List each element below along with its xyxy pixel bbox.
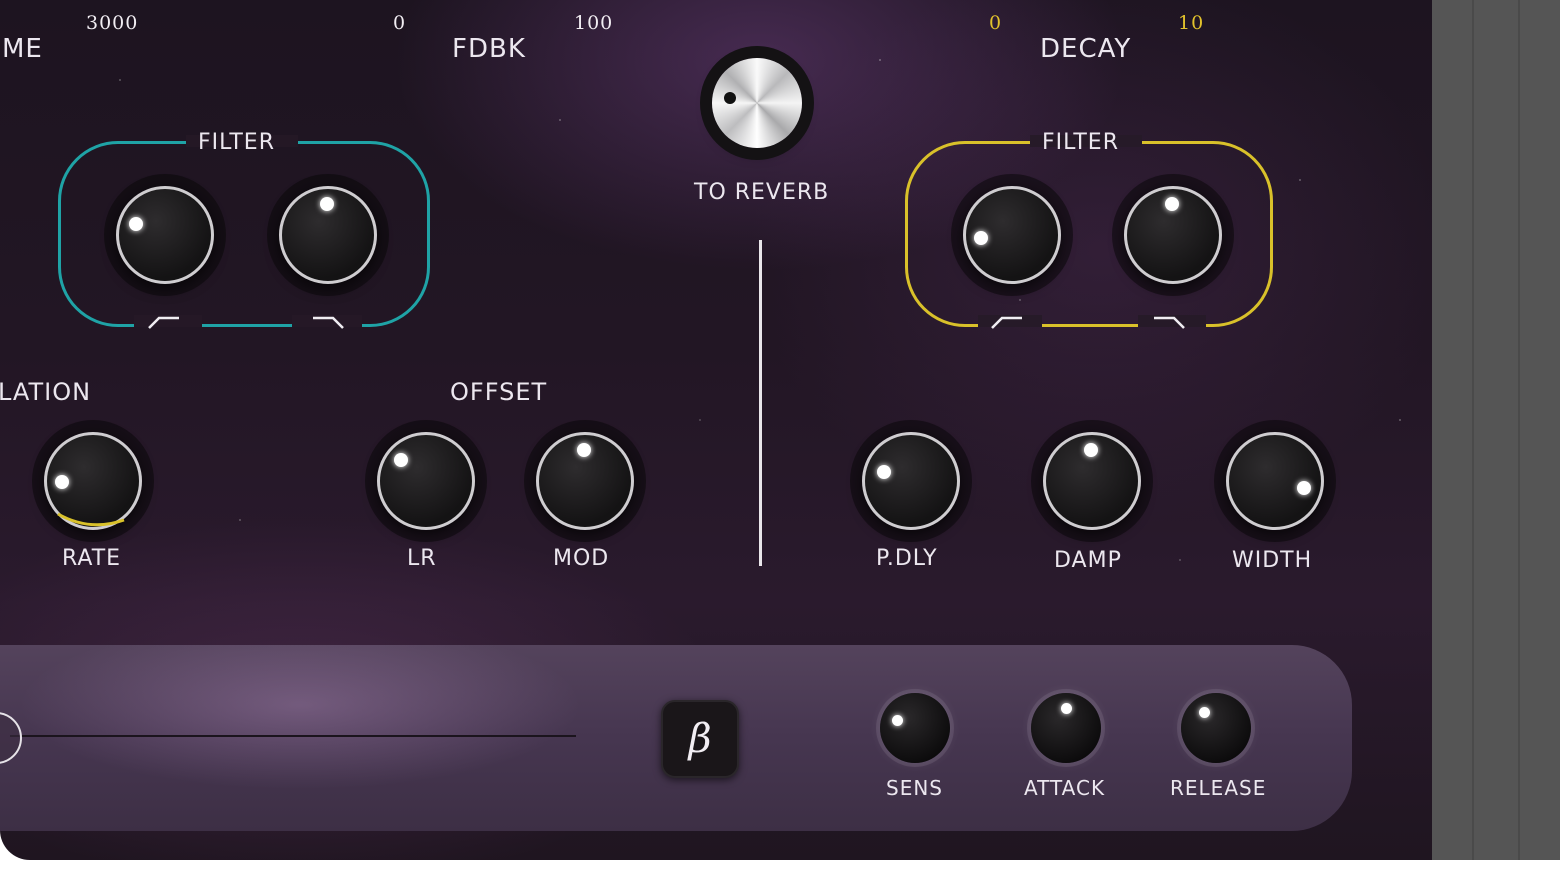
reverb-filter-label: FILTER	[1042, 130, 1119, 155]
lr-offset-knob[interactable]	[377, 432, 475, 530]
sens-knob[interactable]	[880, 693, 950, 763]
offset-label: OFFSET	[450, 378, 548, 406]
rate-value-arc	[57, 512, 125, 527]
width-label: WIDTH	[1232, 548, 1313, 573]
modulation-label: LATION	[0, 378, 92, 406]
knob-indicator	[129, 217, 143, 231]
predelay-knob[interactable]	[862, 432, 960, 530]
fdbk-label: FDBK	[452, 34, 526, 64]
mod-label: MOD	[553, 546, 610, 571]
panel-divider	[1472, 0, 1474, 860]
knob-indicator	[55, 475, 69, 489]
release-label: RELEASE	[1170, 776, 1267, 800]
decay-label: DECAY	[1040, 34, 1132, 64]
knob-indicator	[1199, 707, 1210, 718]
knob-indicator	[892, 715, 903, 726]
delay-filter-label: FILTER	[198, 130, 275, 155]
beta-button[interactable]: β	[661, 700, 739, 778]
attack-knob[interactable]	[1031, 693, 1101, 763]
reverb-filter-high-knob[interactable]	[1124, 186, 1222, 284]
delay-filter-low-knob[interactable]	[116, 186, 214, 284]
fdbk-scale-max: 100	[574, 12, 614, 34]
fdbk-scale-min: 0	[393, 12, 407, 34]
slider-track[interactable]	[10, 735, 576, 737]
knob-indicator	[1084, 443, 1098, 457]
rate-label: RATE	[62, 546, 122, 571]
host-side-panel	[1432, 0, 1560, 860]
decay-scale-min: 0	[989, 12, 1003, 34]
knob-indicator	[877, 465, 891, 479]
decay-scale-max: 10	[1178, 12, 1205, 34]
damp-label: DAMP	[1054, 548, 1122, 573]
filter-shape-icons	[991, 316, 1185, 329]
panel-divider	[1518, 0, 1520, 860]
knob-indicator	[724, 92, 736, 104]
attack-label: ATTACK	[1024, 776, 1106, 800]
knob-indicator	[1061, 703, 1072, 714]
knob-indicator	[394, 453, 408, 467]
pdly-label: P.DLY	[876, 546, 938, 571]
lr-label: LR	[407, 546, 437, 571]
width-knob[interactable]	[1226, 432, 1324, 530]
knob-indicator	[974, 231, 988, 245]
damp-knob[interactable]	[1043, 432, 1141, 530]
time-scale-max: 3000	[86, 12, 139, 34]
release-knob[interactable]	[1181, 693, 1251, 763]
delay-filter-high-knob[interactable]	[279, 186, 377, 284]
knob-indicator	[577, 443, 591, 457]
mod-offset-knob[interactable]	[536, 432, 634, 530]
knob-indicator	[1297, 481, 1311, 495]
sens-label: SENS	[886, 776, 943, 800]
section-divider	[759, 240, 762, 566]
filter-shape-icons	[148, 316, 344, 329]
to-reverb-label: TO REVERB	[694, 180, 830, 205]
to-reverb-knob[interactable]	[712, 58, 802, 148]
reverb-filter-low-knob[interactable]	[963, 186, 1061, 284]
knob-indicator	[1165, 197, 1179, 211]
plugin-window: 3000 0 100 0 10 ME FDBK DECAY TO REVERB …	[0, 0, 1432, 860]
knob-indicator	[320, 197, 334, 211]
time-label: ME	[2, 34, 43, 64]
